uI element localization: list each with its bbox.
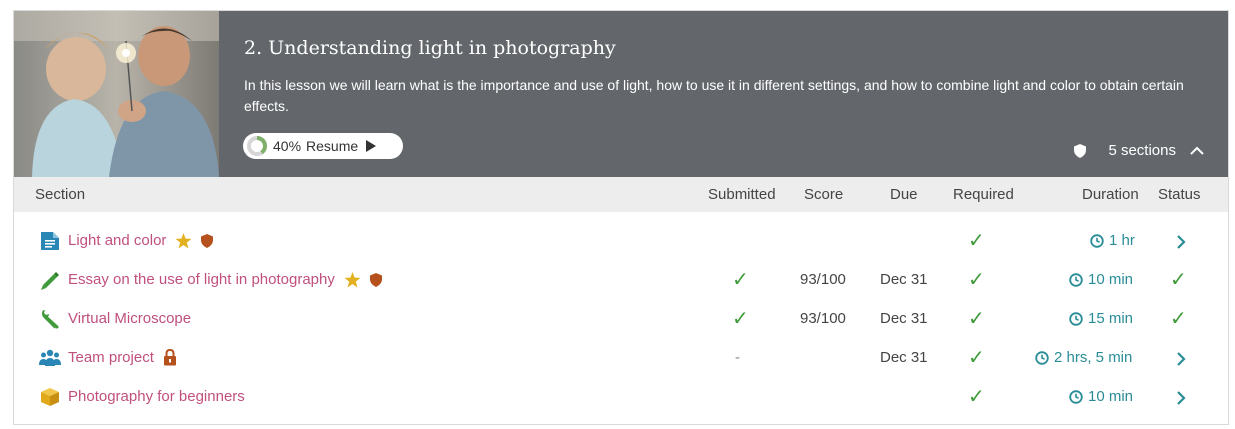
shield-icon xyxy=(369,272,382,287)
section-title[interactable]: Team project xyxy=(68,349,154,366)
section-title[interactable]: Essay on the use of light in photography xyxy=(68,271,335,288)
clock-icon xyxy=(1090,233,1104,248)
score: 93/100 xyxy=(800,310,846,327)
table-row[interactable]: Photography for beginners ✓ 10 min xyxy=(14,378,1228,416)
col-duration: Duration xyxy=(1082,186,1139,203)
resume-button[interactable]: 40% Resume xyxy=(243,133,403,159)
progress-ring-icon xyxy=(247,136,267,156)
col-section: Section xyxy=(35,186,86,203)
star-icon xyxy=(344,271,361,287)
section-title[interactable]: Virtual Microscope xyxy=(68,310,191,327)
lesson-thumbnail xyxy=(14,11,219,177)
submitted-check-icon: ✓ xyxy=(732,308,749,330)
section-title[interactable]: Photography for beginners xyxy=(68,388,245,405)
section-link[interactable]: Light and color xyxy=(68,232,214,249)
resume-label: Resume xyxy=(306,138,359,154)
duration-text: 1 hr xyxy=(1109,232,1135,249)
duration: 15 min xyxy=(1069,310,1133,327)
play-icon xyxy=(366,140,377,152)
section-link[interactable]: Team project xyxy=(68,349,177,366)
section-link[interactable]: Essay on the use of light in photography xyxy=(68,271,382,288)
duration-text: 10 min xyxy=(1088,271,1134,288)
status-check-icon: ✓ xyxy=(1170,269,1187,291)
required-check-icon: ✓ xyxy=(968,347,985,369)
table-row[interactable]: Team project - Dec 31 ✓ 2 hrs, 5 min xyxy=(14,339,1228,377)
table-row[interactable]: Essay on the use of light in photography… xyxy=(14,261,1228,299)
table-row[interactable]: Light and color ✓ 1 hr xyxy=(14,222,1228,260)
lesson-card: 2. Understanding light in photography In… xyxy=(13,10,1229,425)
wrench-icon xyxy=(42,310,59,329)
clock-icon xyxy=(1069,311,1083,326)
due-date: Dec 31 xyxy=(880,310,928,327)
lesson-title: 2. Understanding light in photography xyxy=(244,37,616,59)
progress-percent: 40% xyxy=(273,138,302,154)
chevron-right-icon[interactable] xyxy=(1176,352,1186,366)
table-row[interactable]: Virtual Microscope ✓ 93/100 Dec 31 ✓ 15 … xyxy=(14,300,1228,338)
duration-text: 2 hrs, 5 min xyxy=(1054,349,1133,366)
team-icon xyxy=(39,349,61,366)
duration: 1 hr xyxy=(1090,232,1135,249)
required-check-icon: ✓ xyxy=(968,308,985,330)
clock-icon xyxy=(1035,350,1049,365)
section-link[interactable]: Virtual Microscope xyxy=(68,310,191,327)
sections-toggle[interactable]: 5 sections xyxy=(1074,142,1204,159)
required-check-icon: ✓ xyxy=(968,230,985,252)
star-icon xyxy=(175,232,192,248)
col-score: Score xyxy=(804,186,844,203)
package-icon xyxy=(41,388,59,406)
due-date: Dec 31 xyxy=(880,349,928,366)
clock-icon xyxy=(1069,272,1083,287)
pencil-icon xyxy=(41,272,59,290)
col-due: Due xyxy=(890,186,918,203)
table-header: Section Submitted Score Due Required Dur… xyxy=(14,177,1228,212)
submitted-check-icon: ✓ xyxy=(732,269,749,291)
submitted-text: - xyxy=(735,349,740,366)
col-required: Required xyxy=(953,186,1014,203)
clock-icon xyxy=(1069,389,1083,404)
col-submitted: Submitted xyxy=(708,186,776,203)
col-status: Status xyxy=(1158,186,1201,203)
required-check-icon: ✓ xyxy=(968,386,985,408)
chevron-up-icon[interactable] xyxy=(1190,146,1204,156)
shield-icon xyxy=(201,233,214,248)
duration: 10 min xyxy=(1069,388,1133,405)
lock-icon xyxy=(163,349,176,366)
duration-text: 10 min xyxy=(1088,388,1134,405)
chevron-right-icon[interactable] xyxy=(1176,391,1186,405)
duration: 2 hrs, 5 min xyxy=(1035,349,1132,366)
lesson-header: 2. Understanding light in photography In… xyxy=(14,11,1228,177)
chevron-right-icon[interactable] xyxy=(1176,235,1186,249)
section-link[interactable]: Photography for beginners xyxy=(68,388,245,405)
sections-count: 5 sections xyxy=(1108,142,1176,159)
document-icon xyxy=(41,232,59,250)
duration-text: 15 min xyxy=(1088,310,1134,327)
score: 93/100 xyxy=(800,271,846,288)
lesson-description: In this lesson we will learn what is the… xyxy=(244,77,1184,114)
status-check-icon: ✓ xyxy=(1170,308,1187,330)
duration: 10 min xyxy=(1069,271,1133,288)
required-check-icon: ✓ xyxy=(968,269,985,291)
section-title[interactable]: Light and color xyxy=(68,232,166,249)
due-date: Dec 31 xyxy=(880,271,928,288)
shield-icon xyxy=(1074,143,1087,158)
